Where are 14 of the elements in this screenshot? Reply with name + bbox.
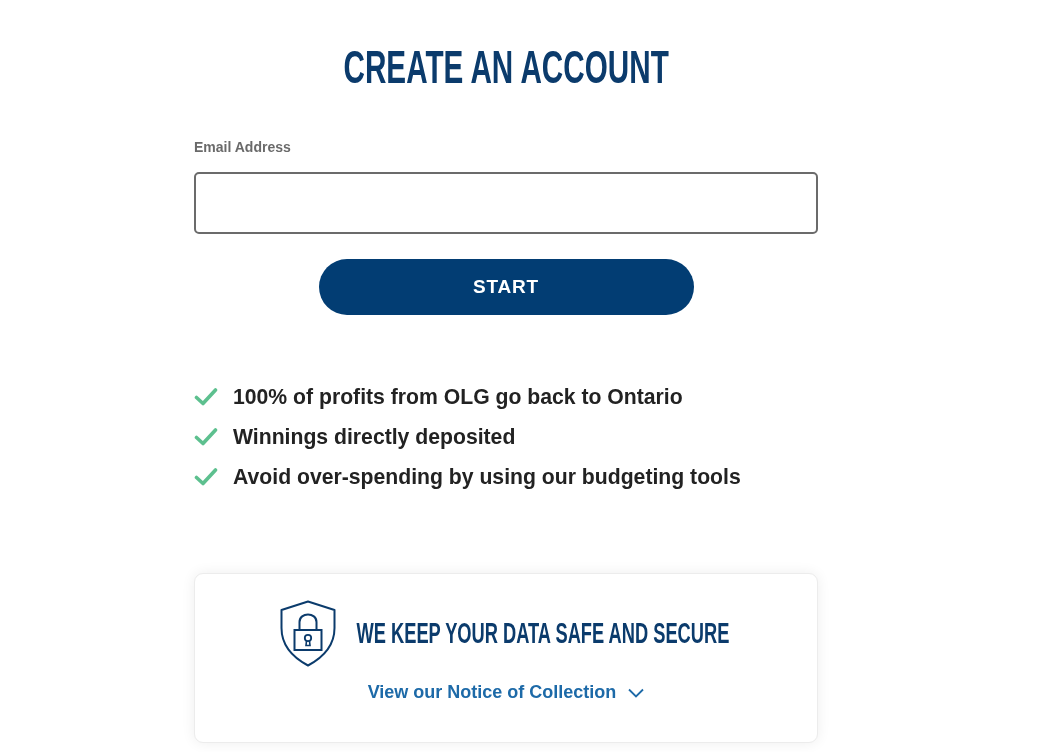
- chevron-icon[interactable]: [628, 687, 645, 698]
- check-icon: [194, 467, 218, 487]
- email-input-field[interactable]: [194, 172, 818, 234]
- check-icon: [194, 387, 218, 407]
- benefit-text: Winnings directly deposited: [233, 425, 516, 449]
- check-icon: [194, 427, 218, 447]
- email-label: Email Address: [194, 138, 291, 156]
- security-title: WE KEEP YOUR DATA SAFE AND SECURE: [356, 619, 730, 648]
- benefit-text: 100% of profits from OLG go back to Ontario: [233, 385, 683, 409]
- page-title: CREATE AN ACCOUNT: [343, 44, 669, 90]
- start-button[interactable]: START: [318, 259, 694, 315]
- notice-link[interactable]: View our Notice of Collection: [367, 682, 617, 703]
- shield-lock-icon: [280, 600, 336, 667]
- benefit-text: Avoid over-spending by using our budgeting tools: [233, 465, 741, 489]
